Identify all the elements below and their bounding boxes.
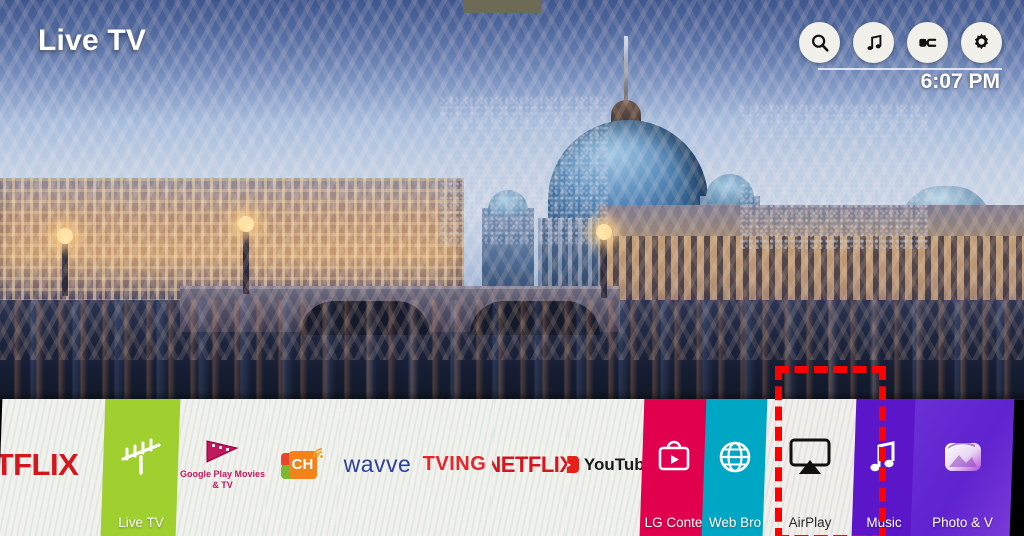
launcher-tile-netflix-partial[interactable]: TFLIX [0, 399, 107, 536]
launcher-tile-music[interactable]: Music [851, 399, 917, 536]
search-icon[interactable] [799, 22, 840, 63]
capture-artifact [463, 0, 541, 13]
launcher-tile-tving[interactable]: TVING [414, 399, 496, 536]
clock: 6:07 PM [920, 70, 1000, 93]
youtube-logo: YouTube [564, 399, 645, 530]
airplay-icon [765, 399, 855, 515]
gear-icon[interactable] [961, 22, 1002, 63]
launcher-tile-airplay[interactable]: AirPlay [762, 399, 858, 536]
launcher-tile-netflix[interactable]: NETFLIX [489, 399, 571, 536]
tv-home-screen: Live TV 6:07 PM TFLIX Live TV Google Pla… [0, 0, 1024, 536]
tile-label: Music [866, 515, 902, 530]
input-plug-icon[interactable] [907, 22, 948, 63]
tile-label: Web Bro [708, 515, 762, 530]
page-title: Live TV [38, 24, 147, 57]
antenna-icon [103, 399, 179, 515]
music-note-icon[interactable] [853, 22, 894, 63]
launcher-tile-wavve[interactable]: wavve [335, 399, 421, 536]
launcher-tile-youtube[interactable]: YouTube [564, 399, 646, 536]
launcher-bar: TFLIX Live TV Google Play Movies & TV CH… [0, 399, 1024, 536]
globe-icon [704, 399, 766, 515]
top-icon-bar [799, 22, 1002, 63]
launcher-tile-ch[interactable]: CH [264, 399, 342, 536]
ch-icon: CH [267, 399, 338, 530]
content-store-icon [642, 399, 705, 515]
netflix-logo: TFLIX [0, 446, 79, 482]
launcher-tile-web-browser[interactable]: Web Bro [701, 399, 769, 536]
tile-label: Photo & V [932, 515, 993, 530]
tile-label: LG Conte [644, 515, 703, 530]
launcher-tile-lg-content-store[interactable]: LG Conte [639, 399, 708, 536]
tile-label: Live TV [118, 515, 164, 530]
youtube-play-icon [564, 456, 579, 473]
launcher-tile-google-play-movies[interactable]: Google Play Movies & TV [175, 399, 271, 536]
launcher-shadow [0, 391, 1024, 399]
wavve-logo: wavve [343, 451, 412, 477]
netflix-logo: NETFLIX [489, 451, 571, 477]
launcher-tile-photo-video[interactable]: Photo & V [910, 399, 1015, 536]
tile-label: AirPlay [788, 515, 832, 530]
google-play-label: Google Play Movies & TV [179, 469, 266, 490]
tving-logo: TVING [422, 453, 487, 475]
photo-icon [913, 399, 1012, 515]
music-note-icon [854, 399, 914, 515]
google-play-movies-icon: Google Play Movies & TV [178, 399, 267, 530]
launcher-tile-live-tv[interactable]: Live TV [100, 399, 182, 536]
